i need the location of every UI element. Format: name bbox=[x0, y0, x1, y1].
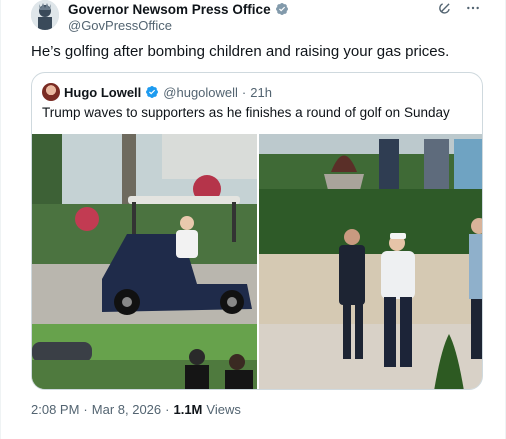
author-handle[interactable]: @GovPressOffice bbox=[68, 18, 172, 33]
post-time[interactable]: 2:08 PM bbox=[31, 402, 79, 417]
verified-badge-icon bbox=[275, 3, 288, 15]
top-actions bbox=[437, 0, 481, 16]
quote-text: Trump waves to supporters as he finishes… bbox=[42, 105, 450, 120]
quote-separator: · bbox=[241, 84, 247, 100]
author-avatar[interactable] bbox=[31, 0, 59, 30]
quote-time[interactable]: 21h bbox=[250, 85, 272, 100]
tweet-text: He’s golfing after bombing children and … bbox=[31, 43, 450, 60]
verified-badge-icon bbox=[146, 86, 159, 98]
golf-cart-photo[interactable] bbox=[32, 134, 257, 389]
grok-icon[interactable] bbox=[437, 0, 453, 16]
meta-separator: · bbox=[83, 402, 88, 417]
more-icon[interactable] bbox=[465, 0, 481, 16]
author-name[interactable]: Governor Newsom Press Office bbox=[68, 2, 271, 17]
quote-author-handle[interactable]: @hugolowell bbox=[163, 85, 238, 100]
meta-separator: · bbox=[165, 402, 170, 417]
views-label: Views bbox=[206, 402, 241, 417]
quote-header: Hugo Lowell @hugolowell · 21h bbox=[42, 83, 272, 101]
post-date[interactable]: Mar 8, 2026 bbox=[92, 402, 161, 417]
post-meta: 2:08 PM · Mar 8, 2026 · 1.1M Views bbox=[31, 402, 241, 417]
quoted-tweet[interactable]: Hugo Lowell @hugolowell · 21h Trump wave… bbox=[31, 72, 483, 390]
views-count: 1.1M bbox=[173, 402, 203, 417]
quote-media bbox=[32, 134, 482, 389]
walking-photo[interactable] bbox=[259, 134, 482, 389]
quote-author-name[interactable]: Hugo Lowell bbox=[64, 85, 141, 100]
author-name-row[interactable]: Governor Newsom Press Office bbox=[68, 1, 289, 17]
quote-author-avatar[interactable] bbox=[42, 83, 60, 101]
tweet: Governor Newsom Press Office @GovPressOf… bbox=[0, 0, 506, 439]
